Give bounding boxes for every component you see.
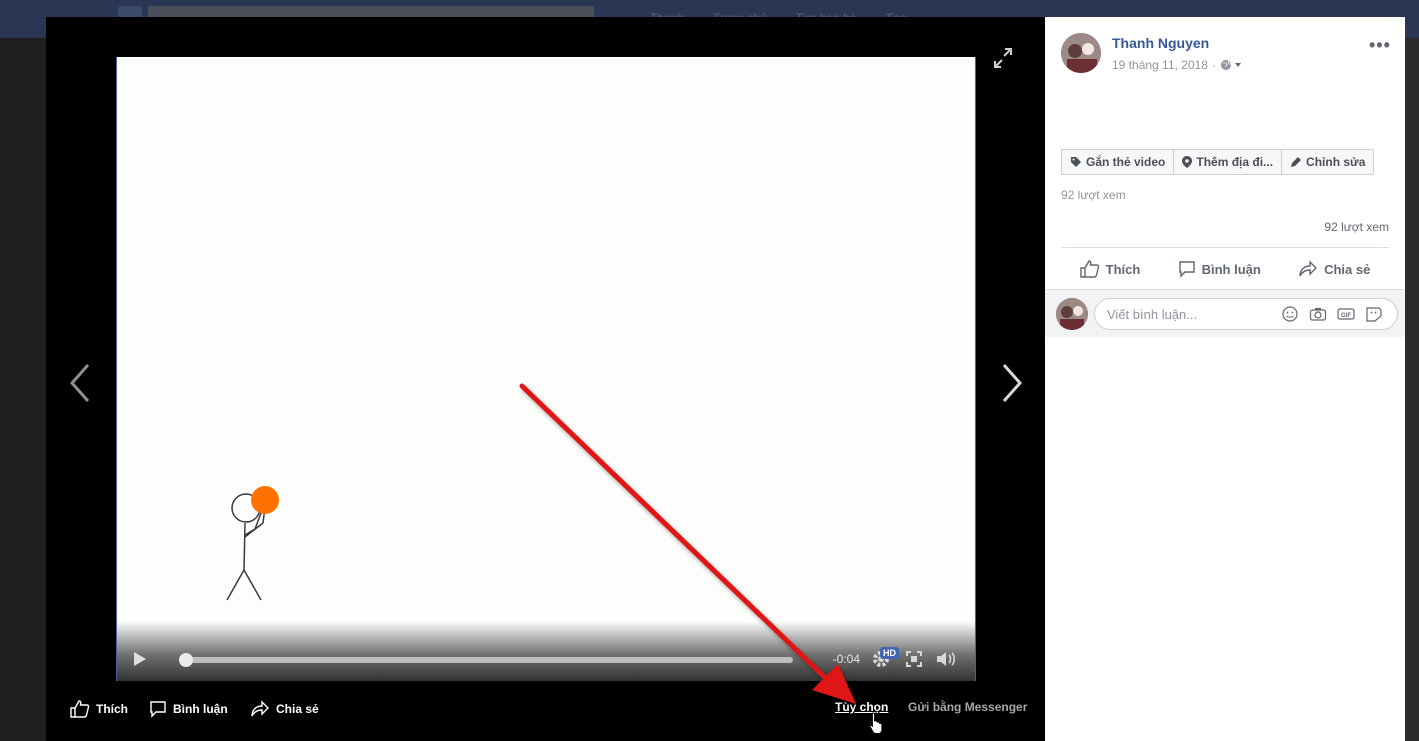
send-messenger-link[interactable]: Gửi bằng Messenger: [908, 700, 1027, 714]
video-theater: -0:04 HD Thích Bình luận Chia sẻ Tùy chọ…: [46, 17, 1045, 741]
theater-like-button[interactable]: Thích: [70, 700, 128, 718]
author-name-link[interactable]: Thanh Nguyen: [1112, 35, 1209, 51]
hand-cursor-icon: [869, 712, 883, 734]
comment-attachment-icons: GIF: [1281, 306, 1383, 322]
comment-bubble-icon: [150, 701, 166, 718]
location-pin-icon: [1182, 156, 1193, 168]
time-remaining: -0:04: [832, 652, 860, 666]
post-tag-buttons: Gắn thẻ video Thêm địa đi... Chỉnh sửa: [1061, 149, 1375, 175]
theater-action-bar: Thích Bình luận Chia sẻ Tùy chọn Gửi bằn…: [46, 697, 1045, 729]
volume-icon[interactable]: [935, 650, 957, 668]
svg-text:GIF: GIF: [1341, 313, 1351, 319]
comment-label: Bình luận: [1201, 261, 1261, 277]
view-count: 92 lượt xem: [1061, 188, 1126, 202]
gif-icon[interactable]: GIF: [1337, 306, 1355, 322]
more-options-button[interactable]: •••: [1369, 35, 1391, 56]
tag-icon: [1071, 157, 1081, 167]
theater-comment-button[interactable]: Bình luận: [149, 700, 228, 718]
like-label: Thích: [1105, 261, 1141, 277]
video-player[interactable]: -0:04 HD: [116, 57, 976, 681]
background-left-strip: [0, 38, 46, 741]
background-right-strip: [1405, 38, 1419, 741]
commenter-avatar: [1056, 298, 1088, 330]
thumbs-up-icon: [70, 700, 90, 718]
next-arrow-icon[interactable]: [1000, 363, 1024, 403]
comment-composer: GIF: [1045, 289, 1405, 337]
edit-button[interactable]: Chỉnh sửa: [1282, 150, 1373, 174]
emoji-icon[interactable]: [1281, 306, 1299, 322]
theater-comment-label: Bình luận: [173, 702, 228, 716]
edit-label: Chỉnh sửa: [1306, 155, 1366, 169]
previous-arrow-icon[interactable]: [68, 363, 92, 403]
share-button[interactable]: Chia sẻ: [1298, 255, 1370, 283]
share-arrow-icon: [1299, 260, 1318, 277]
hd-badge: HD: [880, 647, 899, 659]
comment-bubble-icon: [1178, 261, 1195, 278]
globe-icon[interactable]: [1220, 59, 1242, 71]
share-label: Chia sẻ: [1324, 261, 1371, 277]
play-icon[interactable]: [131, 649, 149, 669]
tag-video-label: Gắn thẻ video: [1086, 155, 1166, 169]
camera-icon[interactable]: [1309, 306, 1327, 322]
post-action-row: Thích Bình luận Chia sẻ: [1061, 255, 1389, 283]
pencil-icon: [1291, 157, 1302, 167]
expand-icon[interactable]: [993, 47, 1013, 69]
progress-knob[interactable]: [179, 653, 193, 667]
post-date: 19 tháng 11, 2018 ·: [1112, 58, 1242, 72]
add-location-label: Thêm địa đi...: [1196, 155, 1274, 169]
progress-bar[interactable]: [185, 657, 793, 663]
view-count-right[interactable]: 92 lượt xem: [1324, 220, 1389, 234]
date-separator: ·: [1211, 58, 1216, 72]
theater-share-label: Chia sẻ: [276, 702, 319, 716]
thumbs-up-icon: [1079, 260, 1099, 278]
post-details-panel: Thanh Nguyen 19 tháng 11, 2018 · ••• Gắn…: [1045, 17, 1405, 741]
sticker-icon[interactable]: [1365, 306, 1383, 322]
tag-video-button[interactable]: Gắn thẻ video: [1062, 150, 1175, 174]
video-frame-stick-figure: [226, 486, 279, 601]
divider: [1061, 247, 1389, 248]
share-arrow-icon: [251, 700, 269, 717]
post-date-text[interactable]: 19 tháng 11, 2018: [1112, 58, 1208, 72]
fullscreen-icon[interactable]: [906, 651, 922, 667]
comment-button[interactable]: Bình luận: [1178, 255, 1261, 283]
add-location-button[interactable]: Thêm địa đi...: [1174, 150, 1283, 174]
theater-like-label: Thích: [96, 702, 128, 716]
theater-share-button[interactable]: Chia sẻ: [250, 700, 319, 718]
controls-gradient: [117, 621, 975, 681]
author-avatar[interactable]: [1061, 33, 1101, 73]
orange-ball: [251, 486, 279, 514]
like-button[interactable]: Thích: [1079, 255, 1141, 283]
